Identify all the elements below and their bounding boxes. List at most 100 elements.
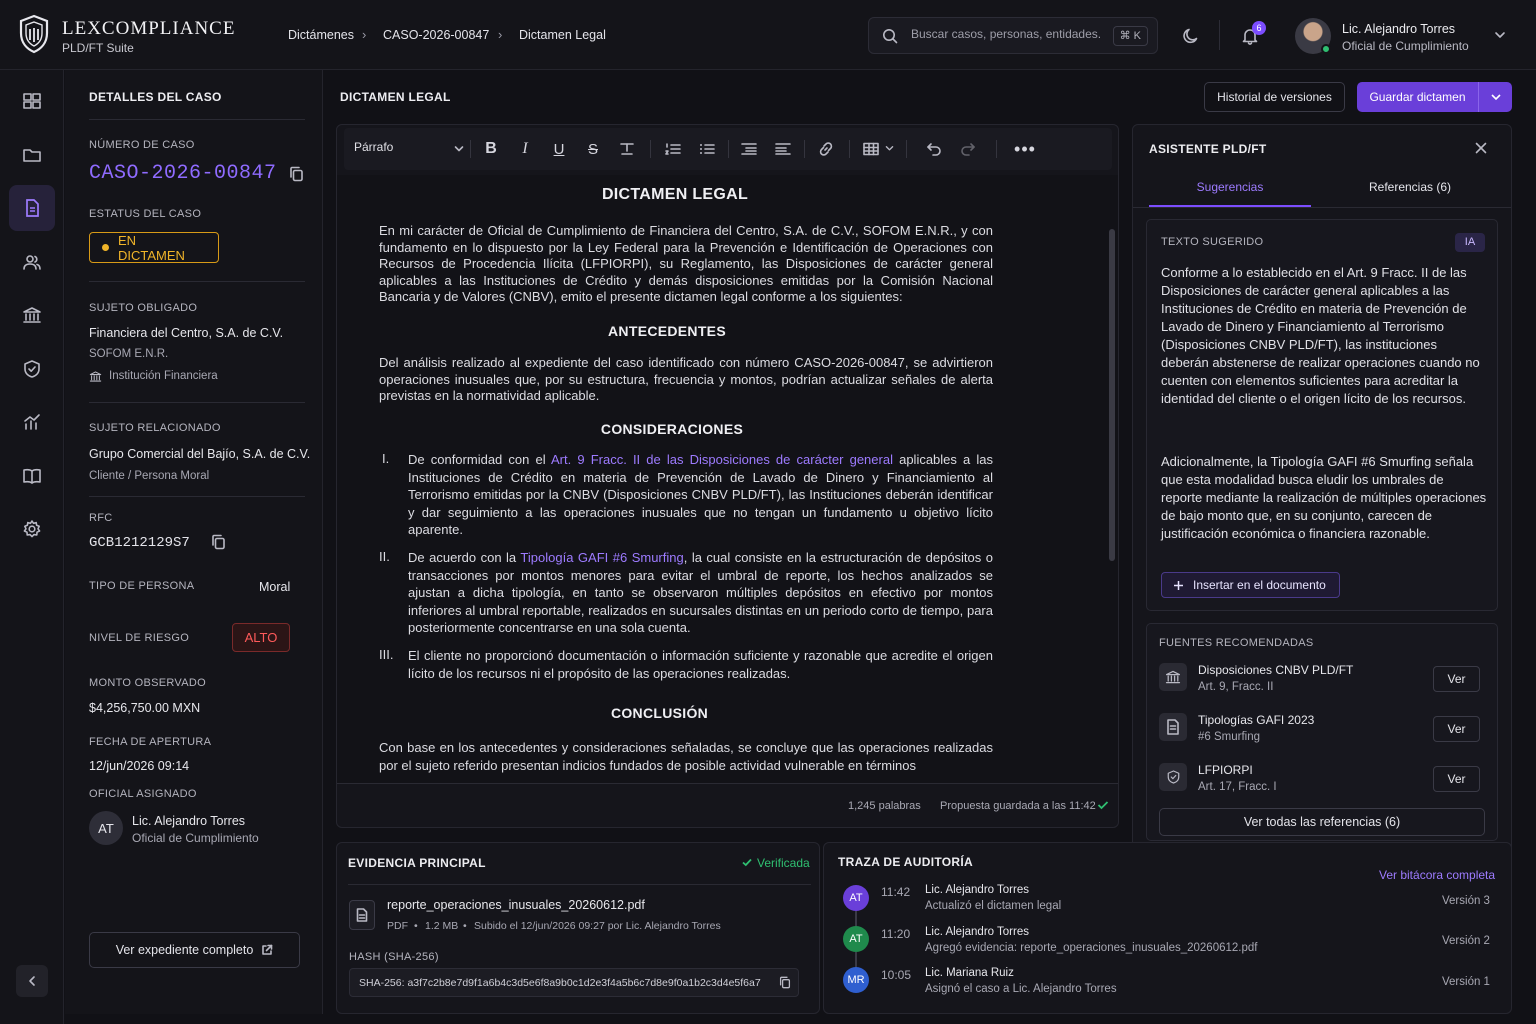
clear-format-icon[interactable] — [614, 136, 640, 162]
breadcrumb-item-case[interactable]: CASO-2026-00847 — [383, 28, 489, 42]
scrollbar[interactable] — [1109, 229, 1115, 561]
nav-compliance[interactable] — [9, 346, 55, 392]
book-icon — [23, 468, 41, 484]
brand-title: LEXCOMPLIANCE — [62, 18, 236, 39]
view-source-button[interactable]: Ver — [1433, 766, 1480, 792]
recommended-sources-box: FUENTES RECOMENDADAS Disposiciones CNBV … — [1146, 623, 1498, 841]
all-references-button[interactable]: Ver todas las referencias (6) — [1159, 808, 1485, 836]
breadcrumb-item-current: Dictamen Legal — [519, 28, 606, 42]
related-kind: Cliente / Persona Moral — [89, 470, 210, 482]
tab-suggestions[interactable]: Sugerencias — [1149, 180, 1311, 194]
full-file-button-label: Ver expediente completo — [115, 943, 254, 957]
user-role: Oficial de Cumplimiento — [1342, 39, 1469, 53]
close-icon[interactable] — [1475, 142, 1487, 154]
search-icon — [882, 28, 898, 44]
divider — [89, 402, 305, 403]
bullet-list-icon[interactable] — [694, 136, 720, 162]
link-icon[interactable] — [813, 136, 839, 162]
bank-icon — [1159, 663, 1187, 691]
view-source-button[interactable]: Ver — [1433, 666, 1480, 692]
search-box[interactable]: ⌘ K — [868, 17, 1158, 54]
save-opinion-button-group: Guardar dictamen — [1357, 82, 1512, 112]
strikethrough-icon[interactable]: S — [580, 136, 606, 162]
toolbar-divider — [650, 140, 651, 158]
paragraph-style-select[interactable]: Párrafo — [354, 140, 393, 154]
divider — [89, 496, 305, 497]
breadcrumb-item-dictamenes[interactable]: Dictámenes — [288, 28, 354, 42]
moon-icon[interactable] — [1182, 27, 1200, 45]
consideration-2-pre: De acuerdo con la — [408, 550, 521, 565]
numbered-list-icon[interactable] — [660, 136, 686, 162]
search-input[interactable] — [911, 27, 1101, 41]
audit-version: Versión 2 — [1442, 935, 1490, 947]
top-bar: LEXCOMPLIANCE PLD/FT Suite Dictámenes › … — [0, 0, 1536, 70]
case-number-label: NÚMERO DE CASO — [89, 139, 195, 151]
nav-dashboard[interactable] — [9, 78, 55, 124]
nav-cases[interactable] — [9, 132, 55, 178]
underline-icon[interactable]: U — [546, 136, 572, 162]
chevron-down-icon[interactable] — [1494, 30, 1506, 40]
officer-avatar: AT — [89, 811, 123, 845]
chevron-right-icon: › — [498, 27, 503, 42]
italic-icon[interactable]: I — [512, 136, 538, 162]
full-log-link[interactable]: Ver bitácora completa — [1379, 868, 1495, 882]
source-title: Disposiciones CNBV PLD/FT — [1198, 663, 1354, 677]
chevron-down-icon[interactable] — [454, 145, 464, 153]
align-right-icon[interactable] — [770, 136, 796, 162]
obligated-kind: Institución Financiera — [109, 370, 218, 382]
audit-time: 10:05 — [881, 968, 912, 982]
full-file-button[interactable]: Ver expediente completo — [89, 932, 300, 968]
document-page[interactable]: DICTAMEN LEGAL En mi carácter de Oficial… — [337, 175, 1118, 783]
audit-avatar: AT — [843, 885, 869, 911]
table-icon[interactable] — [858, 136, 884, 162]
save-opinion-button[interactable]: Guardar dictamen — [1357, 82, 1478, 112]
insert-in-document-button[interactable]: Insertar en el documento — [1161, 572, 1340, 598]
collapse-sidebar-button[interactable] — [16, 965, 48, 997]
doc-heading-conclusion: CONCLUSIÓN — [610, 705, 709, 721]
nav-settings[interactable] — [9, 506, 55, 552]
suggestion-paragraph-2: Adicionalmente, la Tipología GAFI #6 Smu… — [1161, 454, 1487, 541]
nav-opinions[interactable] — [9, 185, 55, 231]
copy-icon[interactable] — [779, 976, 791, 989]
assistant-title: ASISTENTE PLD/FT — [1149, 142, 1267, 156]
check-icon — [742, 858, 752, 867]
consideration-number: III. — [379, 647, 394, 662]
nav-people[interactable] — [9, 239, 55, 285]
version-history-button[interactable]: Historial de versiones — [1204, 82, 1345, 112]
status-text: EN DICTAMEN — [117, 232, 185, 263]
nav-institutions[interactable] — [9, 292, 55, 338]
consideration-2: De acuerdo con la Tipología GAFI #6 Smur… — [408, 549, 993, 637]
rfc-value: GCB1212129S7 — [89, 535, 190, 551]
shield-check-icon — [1159, 763, 1187, 791]
notification-badge: 6 — [1252, 21, 1266, 35]
reference-link-gafi[interactable]: Tipología GAFI #6 Smurfing — [520, 550, 683, 565]
assistant-panel: ASISTENTE PLD/FT Sugerencias Referencias… — [1132, 124, 1512, 852]
reference-link-art9[interactable]: Art. 9 Fracc. II de las Disposiciones de… — [551, 452, 893, 467]
nav-analytics[interactable] — [9, 399, 55, 445]
document-editor: Párrafo B I U S ••• DICTAMEN LEGAL En mi… — [336, 124, 1119, 828]
chevron-down-icon[interactable] — [885, 145, 894, 152]
view-source-button[interactable]: Ver — [1433, 716, 1480, 742]
save-status: Propuesta guardada a las 11:42 — [940, 800, 1096, 812]
suggested-text-label: TEXTO SUGERIDO — [1161, 236, 1264, 248]
file-icon — [349, 900, 375, 930]
copy-icon[interactable] — [211, 534, 226, 550]
align-left-icon[interactable] — [736, 136, 762, 162]
bold-icon[interactable]: B — [478, 136, 504, 162]
redo-icon[interactable] — [955, 136, 981, 162]
person-type-value: Moral — [259, 580, 291, 594]
separator-dot: • — [463, 920, 467, 932]
toolbar-divider — [470, 140, 471, 158]
tab-references[interactable]: Referencias (6) — [1329, 180, 1491, 194]
nav-library[interactable] — [9, 453, 55, 499]
more-options-icon[interactable]: ••• — [1012, 136, 1038, 162]
evidence-file-name[interactable]: reporte_operaciones_inusuales_20260612.p… — [387, 898, 645, 912]
save-options-button[interactable] — [1479, 82, 1512, 112]
audit-user: Lic. Alejandro Torres — [925, 926, 1029, 938]
doc-conclusion: Con base en los antecedentes y considera… — [379, 740, 993, 773]
risk-badge: ALTO — [232, 623, 290, 652]
source-title: LFPIORPI — [1198, 763, 1253, 777]
copy-icon[interactable] — [289, 166, 304, 182]
undo-icon[interactable] — [921, 136, 947, 162]
sources-label: FUENTES RECOMENDADAS — [1159, 637, 1314, 649]
